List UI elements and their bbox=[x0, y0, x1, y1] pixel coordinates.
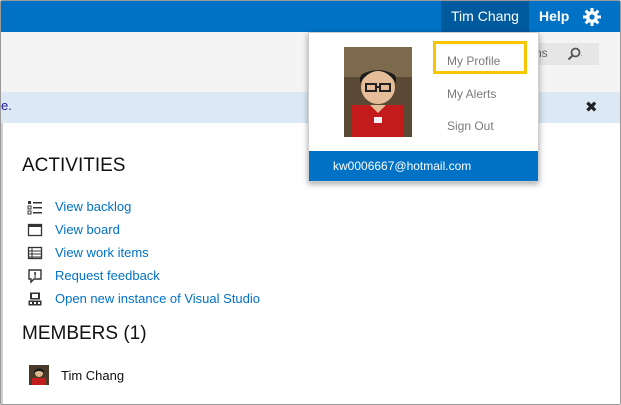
profile-dropdown-menu: My Profile My Alerts Sign Out kw0006667@… bbox=[308, 32, 539, 182]
request-feedback-link[interactable]: Request feedback bbox=[55, 268, 160, 283]
activities-heading: ACTIVITIES bbox=[22, 155, 126, 176]
search-icon[interactable] bbox=[566, 46, 582, 62]
view-backlog-link[interactable]: View backlog bbox=[55, 199, 131, 214]
work-items-grid-icon bbox=[27, 246, 43, 259]
sign-out-link[interactable]: Sign Out bbox=[447, 119, 494, 133]
member-item[interactable]: Tim Chang bbox=[29, 365, 124, 385]
gear-icon[interactable] bbox=[582, 7, 602, 27]
activity-item[interactable]: View board bbox=[27, 218, 260, 241]
members-heading: MEMBERS (1) bbox=[22, 323, 147, 344]
banner-text: e. bbox=[1, 98, 12, 113]
app-frame: Tim Chang Help ns e. ✖ ACTIVITIES View b… bbox=[0, 0, 621, 405]
board-window-icon bbox=[27, 223, 43, 236]
backlog-list-icon bbox=[27, 200, 42, 214]
visual-studio-icon bbox=[28, 292, 42, 305]
activity-item[interactable]: View work items bbox=[27, 241, 260, 264]
user-menu-button[interactable]: Tim Chang bbox=[441, 1, 529, 32]
feedback-speech-icon bbox=[28, 268, 42, 284]
activity-item[interactable]: Request feedback bbox=[27, 264, 260, 287]
activities-list: View backlog View board View work items bbox=[27, 195, 260, 310]
activity-item[interactable]: Open new instance of Visual Studio bbox=[27, 287, 260, 310]
open-visual-studio-link[interactable]: Open new instance of Visual Studio bbox=[55, 291, 260, 306]
my-alerts-link[interactable]: My Alerts bbox=[447, 87, 496, 101]
member-name: Tim Chang bbox=[61, 367, 125, 383]
avatar bbox=[29, 365, 49, 385]
content-left-border bbox=[1, 123, 3, 404]
help-link[interactable]: Help bbox=[539, 1, 569, 32]
profile-photo bbox=[344, 47, 412, 137]
account-email: kw0006667@hotmail.com bbox=[309, 151, 538, 181]
view-board-link[interactable]: View board bbox=[55, 222, 120, 237]
top-navigation-bar: Tim Chang Help bbox=[1, 1, 620, 32]
view-work-items-link[interactable]: View work items bbox=[55, 245, 149, 260]
close-icon[interactable]: ✖ bbox=[585, 98, 598, 116]
activity-item[interactable]: View backlog bbox=[27, 195, 260, 218]
my-profile-link[interactable]: My Profile bbox=[447, 54, 500, 68]
